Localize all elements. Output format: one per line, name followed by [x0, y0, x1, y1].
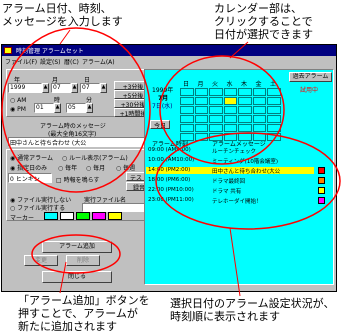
pointer-calendar	[229, 41, 249, 59]
ellipse-alarm-list	[155, 132, 341, 230]
pointer-add	[59, 261, 67, 294]
ellipse-add-button	[31, 234, 121, 274]
pointer-list	[229, 227, 241, 297]
annotation-overlay	[1, 27, 341, 297]
pointer-input	[59, 29, 71, 45]
ellipse-input-area	[1, 27, 151, 193]
ellipse-calendar	[159, 55, 285, 165]
